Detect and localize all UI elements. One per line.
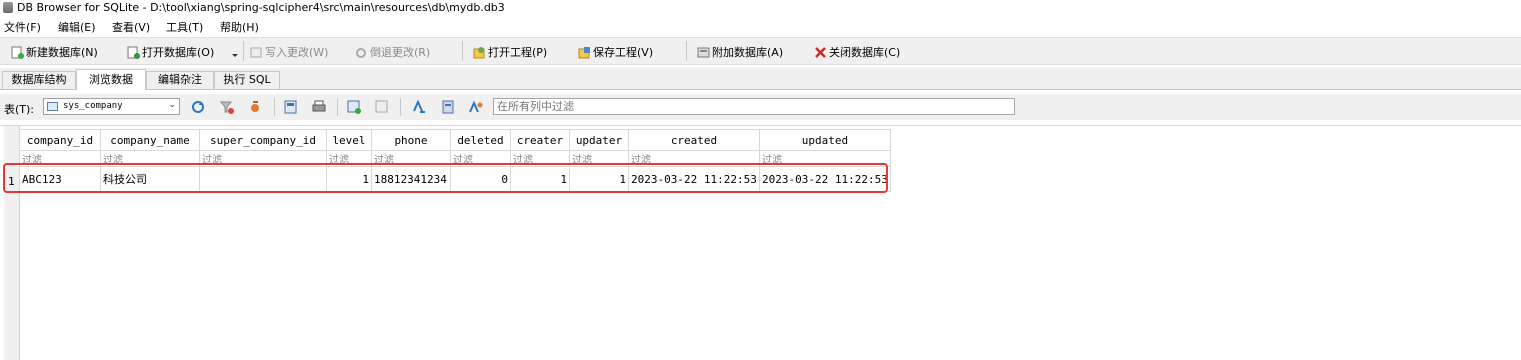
write-changes-button[interactable]: 写入更改(W) <box>250 44 328 60</box>
title-bar: DB Browser for SQLite - D:\tool\xiang\sp… <box>0 0 1521 16</box>
column-header[interactable]: updater <box>569 129 629 151</box>
revert-changes-icon <box>355 46 368 59</box>
toolbar-separator <box>274 98 275 116</box>
filter-all-columns-input[interactable] <box>493 98 1015 115</box>
column-header[interactable]: creater <box>510 129 570 151</box>
toolbar-separator <box>686 41 687 61</box>
new-database-icon <box>11 46 24 59</box>
menu-view[interactable]: 查看(V) <box>112 19 150 35</box>
column-header-row: company_id company_name super_company_id… <box>19 129 891 151</box>
main-tab-bar: 数据库结构 浏览数据 编辑杂注 执行 SQL <box>0 68 1521 90</box>
menu-help[interactable]: 帮助(H) <box>220 19 259 35</box>
open-database-button[interactable]: 打开数据库(O) <box>127 44 214 60</box>
delete-record-icon[interactable] <box>374 99 390 115</box>
chevron-down-icon: ⌄ <box>168 100 176 110</box>
open-project-label: 打开工程(P) <box>488 46 548 59</box>
column-header[interactable]: level <box>326 129 372 151</box>
table-icon <box>47 102 58 111</box>
find-replace-icon[interactable] <box>468 99 484 115</box>
close-x-icon <box>814 46 827 59</box>
save-project-button[interactable]: 保存工程(V) <box>578 44 653 60</box>
close-database-button[interactable]: 关闭数据库(C) <box>814 44 900 60</box>
column-header[interactable]: company_name <box>100 129 200 151</box>
open-database-icon <box>127 46 140 59</box>
menu-tools[interactable]: 工具(T) <box>166 19 203 35</box>
save-project-icon <box>578 46 591 59</box>
column-header[interactable]: super_company_id <box>199 129 327 151</box>
row-header-column <box>4 126 20 360</box>
print-icon[interactable] <box>311 99 327 115</box>
revert-changes-button[interactable]: 倒退更改(R) <box>355 44 430 60</box>
save-table-icon[interactable] <box>283 99 299 115</box>
open-database-dropdown-arrow[interactable] <box>232 54 238 57</box>
new-database-label: 新建数据库(N) <box>26 46 98 59</box>
attach-database-label: 附加数据库(A) <box>712 46 784 59</box>
database-app-icon <box>3 2 13 13</box>
highlight-annotation-box <box>3 163 888 193</box>
menu-file[interactable]: 文件(F) <box>4 19 41 35</box>
data-grid-area: 1 company_id company_name super_company_… <box>0 125 1521 360</box>
toolbar-separator <box>400 98 401 116</box>
revert-changes-label: 倒退更改(R) <box>370 46 431 59</box>
column-header[interactable]: updated <box>759 129 891 151</box>
set-encoding-icon[interactable] <box>440 99 456 115</box>
column-header[interactable]: company_id <box>19 129 101 151</box>
attach-database-button[interactable]: 附加数据库(A) <box>697 44 783 60</box>
open-project-icon <box>473 46 486 59</box>
open-database-label: 打开数据库(O) <box>142 46 215 59</box>
table-select-value: sys_company <box>63 101 123 111</box>
table-label: 表(T): <box>4 103 35 116</box>
column-header[interactable]: phone <box>371 129 451 151</box>
tab-browse-data[interactable]: 浏览数据 <box>76 69 146 90</box>
open-project-button[interactable]: 打开工程(P) <box>473 44 547 60</box>
browse-toolbar: 表(T): sys_company ⌄ <box>0 94 1521 120</box>
attach-database-icon <box>697 46 710 59</box>
refresh-icon[interactable] <box>190 99 206 115</box>
column-header[interactable]: deleted <box>450 129 511 151</box>
main-toolbar: 新建数据库(N) 打开数据库(O) 写入更改(W) 倒退更改(R) 打开工程(P… <box>0 37 1521 65</box>
window-title: DB Browser for SQLite - D:\tool\xiang\sp… <box>17 1 505 14</box>
tab-execute-sql[interactable]: 执行 SQL <box>214 71 280 89</box>
menu-bar: 文件(F) 编辑(E) 查看(V) 工具(T) 帮助(H) <box>0 17 1521 35</box>
find-icon[interactable] <box>411 99 427 115</box>
insert-record-icon[interactable] <box>346 99 362 115</box>
menu-edit[interactable]: 编辑(E) <box>58 19 96 35</box>
clear-sorting-icon[interactable] <box>248 99 264 115</box>
new-database-button[interactable]: 新建数据库(N) <box>11 44 98 60</box>
table-select[interactable]: sys_company ⌄ <box>43 98 180 115</box>
write-changes-label: 写入更改(W) <box>265 46 329 59</box>
clear-filters-icon[interactable] <box>219 99 235 115</box>
toolbar-separator <box>337 98 338 116</box>
save-project-label: 保存工程(V) <box>593 46 654 59</box>
toolbar-separator <box>243 41 244 61</box>
write-changes-icon <box>250 46 263 59</box>
toolbar-separator <box>462 41 463 61</box>
tab-database-structure[interactable]: 数据库结构 <box>2 71 76 89</box>
column-header[interactable]: created <box>628 129 760 151</box>
close-database-label: 关闭数据库(C) <box>829 46 901 59</box>
tab-edit-pragmas[interactable]: 编辑杂注 <box>146 71 214 89</box>
